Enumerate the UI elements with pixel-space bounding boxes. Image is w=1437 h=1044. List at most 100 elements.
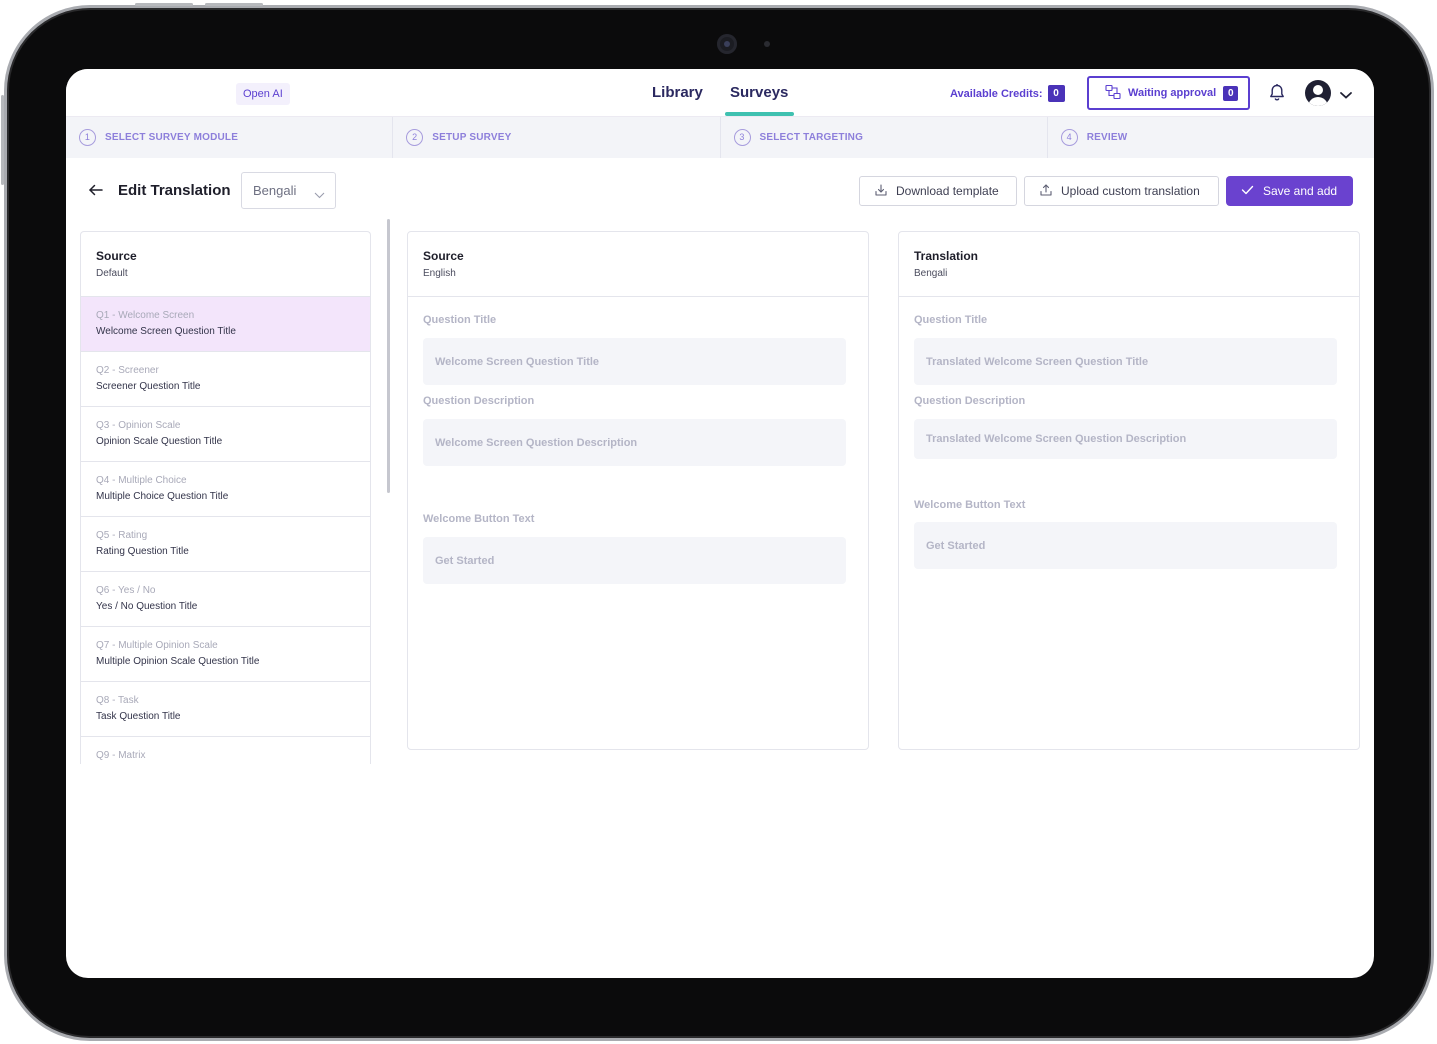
question-list-header: Source Default	[81, 232, 370, 297]
waiting-approval-label: Waiting approval	[1128, 87, 1217, 99]
step-label: SELECT SURVEY MODULE	[105, 132, 239, 143]
chevron-down-icon	[314, 187, 325, 202]
avatar[interactable]	[1305, 80, 1331, 106]
waiting-count-badge: 0	[1223, 85, 1239, 101]
question-type: Q8 - Task	[96, 695, 139, 706]
page-title: Edit Translation	[118, 182, 231, 199]
translation-panel: Translation Bengali Question Title Trans…	[898, 231, 1360, 750]
list-item[interactable]: Q9 - Matrix	[81, 737, 370, 764]
question-title-label: Question Title	[423, 314, 497, 326]
question-type: Q3 - Opinion Scale	[96, 420, 181, 431]
list-item[interactable]: Q1 - Welcome Screen Welcome Screen Quest…	[81, 297, 370, 352]
step-label: SETUP SURVEY	[432, 132, 512, 143]
download-template-button[interactable]: Download template	[859, 176, 1017, 206]
language-select[interactable]: Bengali	[241, 172, 336, 209]
source-panel: Source English Question Title Welcome Sc…	[407, 231, 869, 750]
question-type: Q6 - Yes / No	[96, 585, 156, 596]
list-header-subtitle: Default	[96, 268, 128, 279]
panel-title: Source	[423, 249, 464, 263]
side-button	[1, 95, 4, 185]
translation-panel-header: Translation Bengali	[899, 232, 1359, 297]
volume-button	[135, 3, 193, 6]
power-button	[205, 3, 263, 6]
check-icon	[1241, 184, 1254, 198]
question-title: Screener Question Title	[96, 381, 201, 392]
question-description-label: Question Description	[423, 395, 535, 407]
question-type: Q9 - Matrix	[96, 750, 146, 761]
language-select-value: Bengali	[253, 183, 297, 198]
list-header-title: Source	[96, 249, 137, 263]
panel-subtitle: English	[423, 268, 456, 279]
step-label: SELECT TARGETING	[759, 132, 864, 143]
credits-count-badge: 0	[1047, 85, 1065, 102]
step-review[interactable]: 4 REVIEW	[1048, 117, 1374, 158]
nav-surveys[interactable]: Surveys	[730, 84, 788, 101]
question-type: Q2 - Screener	[96, 365, 159, 376]
list-item[interactable]: Q6 - Yes / No Yes / No Question Title	[81, 572, 370, 627]
bell-icon[interactable]	[1268, 83, 1286, 107]
question-title: Multiple Choice Question Title	[96, 491, 229, 502]
source-question-description-field: Welcome Screen Question Description	[423, 419, 846, 466]
panel-subtitle: Bengali	[914, 268, 948, 279]
step-label: REVIEW	[1086, 132, 1128, 143]
nav-library[interactable]: Library	[652, 84, 703, 101]
download-icon	[874, 183, 888, 200]
question-type: Q7 - Multiple Opinion Scale	[96, 640, 218, 651]
save-and-add-button[interactable]: Save and add	[1226, 176, 1353, 206]
source-panel-header: Source English	[408, 232, 868, 297]
step-number: 3	[733, 129, 751, 146]
translated-question-description-input[interactable]: Translated Welcome Screen Question Descr…	[914, 419, 1337, 459]
step-select-survey-module[interactable]: 1 SELECT SURVEY MODULE	[66, 117, 394, 158]
button-text-label: Welcome Button Text	[423, 513, 535, 525]
step-select-targeting[interactable]: 3 SELECT TARGETING	[721, 117, 1048, 158]
step-setup-survey[interactable]: 2 SETUP SURVEY	[393, 117, 721, 158]
question-title: Yes / No Question Title	[96, 601, 198, 612]
translated-button-text-input[interactable]: Get Started	[914, 522, 1337, 569]
translated-question-title-input[interactable]: Translated Welcome Screen Question Title	[914, 338, 1337, 385]
sensor-dot	[764, 41, 770, 47]
step-number: 4	[1060, 129, 1078, 146]
list-scrollbar[interactable]	[387, 219, 390, 493]
question-type: Q4 - Multiple Choice	[96, 475, 187, 486]
app-screen: Open AI Library Surveys Available Credit…	[66, 69, 1374, 978]
back-arrow-icon[interactable]	[87, 181, 105, 204]
question-type: Q1 - Welcome Screen	[96, 310, 195, 321]
source-question-title-field: Welcome Screen Question Title	[423, 338, 846, 385]
top-nav: Open AI Library Surveys Available Credit…	[66, 69, 1374, 117]
question-title-label: Question Title	[914, 314, 988, 326]
list-item[interactable]: Q5 - Rating Rating Question Title	[81, 517, 370, 572]
button-text-label: Welcome Button Text	[914, 499, 1026, 511]
step-number: 2	[406, 129, 424, 146]
survey-stepper: 1 SELECT SURVEY MODULE 2 SETUP SURVEY 3 …	[66, 117, 1374, 158]
step-number: 1	[79, 129, 96, 146]
list-item[interactable]: Q2 - Screener Screener Question Title	[81, 352, 370, 407]
chevron-down-icon[interactable]	[1339, 87, 1353, 105]
source-button-text-field: Get Started	[423, 537, 846, 584]
question-description-label: Question Description	[914, 395, 1026, 407]
download-template-label: Download template	[896, 184, 999, 198]
list-item[interactable]: Q7 - Multiple Opinion Scale Multiple Opi…	[81, 627, 370, 682]
question-title: Opinion Scale Question Title	[96, 436, 223, 447]
avatar-body	[1308, 97, 1328, 106]
panel-title: Translation	[914, 249, 979, 263]
approval-flow-icon	[1105, 84, 1121, 103]
active-tab-indicator	[725, 112, 794, 116]
list-item[interactable]: Q3 - Opinion Scale Opinion Scale Questio…	[81, 407, 370, 462]
waiting-approval-button[interactable]: Waiting approval 0	[1087, 76, 1250, 110]
avatar-head	[1313, 85, 1323, 95]
upload-translation-button[interactable]: Upload custom translation	[1024, 176, 1219, 206]
camera-icon	[717, 34, 737, 54]
brand-badge[interactable]: Open AI	[236, 83, 290, 105]
question-type: Q5 - Rating	[96, 530, 148, 541]
save-and-add-label: Save and add	[1263, 184, 1338, 198]
available-credits: Available Credits: 0	[950, 85, 1065, 102]
list-item[interactable]: Q8 - Task Task Question Title	[81, 682, 370, 737]
question-list: Source Default Q1 - Welcome Screen Welco…	[80, 231, 371, 764]
upload-icon	[1039, 183, 1053, 200]
list-item[interactable]: Q4 - Multiple Choice Multiple Choice Que…	[81, 462, 370, 517]
question-title: Task Question Title	[96, 711, 181, 722]
upload-translation-label: Upload custom translation	[1061, 184, 1200, 198]
question-title: Multiple Opinion Scale Question Title	[96, 656, 260, 667]
question-title: Welcome Screen Question Title	[96, 326, 236, 337]
question-title: Rating Question Title	[96, 546, 189, 557]
